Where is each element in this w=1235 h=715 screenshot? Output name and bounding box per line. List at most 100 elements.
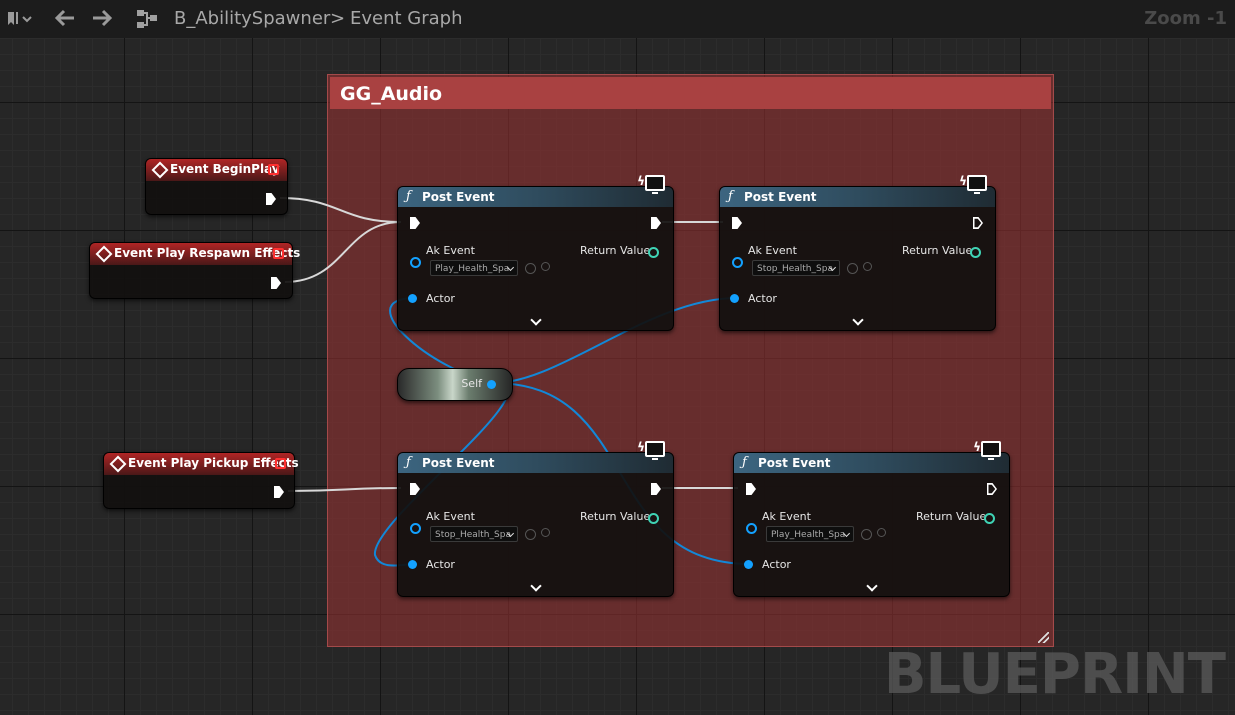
actor-pin[interactable] (744, 560, 753, 569)
connection-wires (279, 197, 751, 567)
chevron-down-icon[interactable] (530, 314, 542, 326)
exec-out-pin[interactable] (651, 483, 661, 495)
ak-event-value: Stop_Health_Spa (435, 530, 511, 540)
function-icon: ƒ (742, 455, 747, 470)
post-event-node[interactable]: ƒ Post Event ϟ Ak Event Play_Health_Spa … (397, 174, 674, 331)
back-button[interactable] (54, 9, 76, 31)
bookmark-menu-button[interactable] (6, 10, 34, 28)
post-event-node[interactable]: ƒ Post Event ϟ Ak Event Play_Health_Spa … (733, 440, 1010, 597)
delegate-pin-icon[interactable] (268, 164, 279, 175)
exec-out-pin[interactable] (274, 486, 284, 498)
post-event-node[interactable]: ƒ Post Event ϟ Ak Event Stop_Health_Spa … (397, 440, 674, 597)
chevron-down-icon[interactable] (866, 580, 878, 592)
browse-search-icon[interactable] (863, 262, 872, 271)
function-icon: ƒ (406, 455, 411, 470)
ak-event-value: Play_Health_Spa (435, 264, 510, 274)
event-title: Event BeginPlay (170, 162, 280, 176)
event-title: Event Play Pickup Effects (128, 456, 299, 470)
exec-out-pin[interactable] (651, 217, 661, 229)
forward-button[interactable] (91, 9, 113, 31)
function-header: ƒ Post Event ϟ (734, 440, 1009, 473)
event-node-play-pickup-effects[interactable]: Event Play Pickup Effects (103, 452, 299, 509)
ak-event-pin[interactable] (746, 523, 757, 534)
browse-search-icon[interactable] (541, 528, 550, 537)
function-title: Post Event (422, 456, 495, 470)
self-output-pin[interactable] (487, 380, 496, 389)
exec-out-pin[interactable] (266, 193, 276, 205)
event-header: Event Play Respawn Effects (90, 243, 300, 265)
monitor-icon (645, 441, 665, 460)
ak-event-value: Play_Health_Spa (771, 530, 846, 540)
delegate-pin-icon[interactable] (273, 248, 284, 259)
return-value-pin[interactable] (648, 247, 659, 258)
exec-wire (287, 487, 402, 492)
breadcrumb-graph[interactable]: Event Graph (350, 8, 463, 29)
exec-in-pin[interactable] (410, 217, 420, 229)
function-icon: ƒ (728, 189, 733, 204)
latent-bolt-icon: ϟ (637, 440, 645, 454)
breadcrumb-separator: > (330, 8, 346, 29)
actor-label: Actor (748, 292, 777, 305)
monitor-icon (645, 175, 665, 194)
ak-event-dropdown[interactable]: Play_Health_Spa (766, 526, 854, 542)
return-value-pin[interactable] (648, 513, 659, 524)
ak-event-value: Stop_Health_Spa (757, 264, 833, 274)
actor-pin[interactable] (408, 294, 417, 303)
latent-bolt-icon: ϟ (637, 174, 645, 188)
actor-label: Actor (426, 558, 455, 571)
exec-out-pin[interactable] (271, 277, 281, 289)
use-selected-icon[interactable] (861, 529, 872, 540)
return-value-label: Return Value (580, 510, 651, 523)
actor-pin[interactable] (730, 294, 739, 303)
actor-pin[interactable] (408, 560, 417, 569)
function-header: ƒ Post Event ϟ (720, 174, 995, 207)
graph-toolbar: B_AbilitySpawner > Event Graph Zoom -1 (0, 0, 1235, 38)
event-diamond-icon (109, 455, 127, 473)
event-header: Event Play Pickup Effects (104, 453, 299, 475)
exec-in-pin[interactable] (732, 217, 742, 229)
ak-event-dropdown[interactable]: Stop_Health_Spa (430, 526, 518, 542)
actor-label: Actor (762, 558, 791, 571)
use-selected-icon[interactable] (525, 529, 536, 540)
event-diamond-icon (151, 161, 169, 179)
return-value-label: Return Value (902, 244, 973, 257)
self-label: Self (461, 377, 482, 390)
exec-out-pin[interactable] (973, 217, 983, 229)
chevron-down-icon[interactable] (852, 314, 864, 326)
function-title: Post Event (758, 456, 831, 470)
event-node-play-respawn-effects[interactable]: Event Play Respawn Effects (89, 242, 300, 299)
exec-in-pin[interactable] (746, 483, 756, 495)
monitor-icon (981, 441, 1001, 460)
return-value-pin[interactable] (970, 247, 981, 258)
return-value-label: Return Value (916, 510, 987, 523)
use-selected-icon[interactable] (525, 263, 536, 274)
actor-label: Actor (426, 292, 455, 305)
chevron-down-icon[interactable] (530, 580, 542, 592)
function-title: Post Event (744, 190, 817, 204)
function-header: ƒ Post Event ϟ (398, 440, 673, 473)
latent-bolt-icon: ϟ (973, 440, 981, 454)
exec-wire (279, 197, 402, 223)
ak-event-label: Ak Event (426, 510, 475, 523)
event-header: Event BeginPlay (146, 159, 287, 181)
ak-event-pin[interactable] (410, 257, 421, 268)
exec-out-pin[interactable] (987, 483, 997, 495)
event-node-beginplay[interactable]: Event BeginPlay (145, 158, 288, 215)
use-selected-icon[interactable] (847, 263, 858, 274)
blueprint-watermark: BLUEPRINT (883, 642, 1226, 707)
breadcrumb-asset[interactable]: B_AbilitySpawner (174, 8, 330, 29)
self-node[interactable]: Self (397, 368, 513, 401)
browse-search-icon[interactable] (541, 262, 550, 271)
bookmark-icon (8, 12, 32, 25)
exec-in-pin[interactable] (410, 483, 420, 495)
return-value-pin[interactable] (984, 513, 995, 524)
post-event-node[interactable]: ƒ Post Event ϟ Ak Event Stop_Health_Spa … (719, 174, 996, 331)
browse-search-icon[interactable] (877, 528, 886, 537)
function-icon: ƒ (406, 189, 411, 204)
ak-event-dropdown[interactable]: Play_Health_Spa (430, 260, 518, 276)
ak-event-pin[interactable] (732, 257, 743, 268)
delegate-pin-icon[interactable] (275, 458, 286, 469)
monitor-icon (967, 175, 987, 194)
ak-event-pin[interactable] (410, 523, 421, 534)
ak-event-dropdown[interactable]: Stop_Health_Spa (752, 260, 840, 276)
